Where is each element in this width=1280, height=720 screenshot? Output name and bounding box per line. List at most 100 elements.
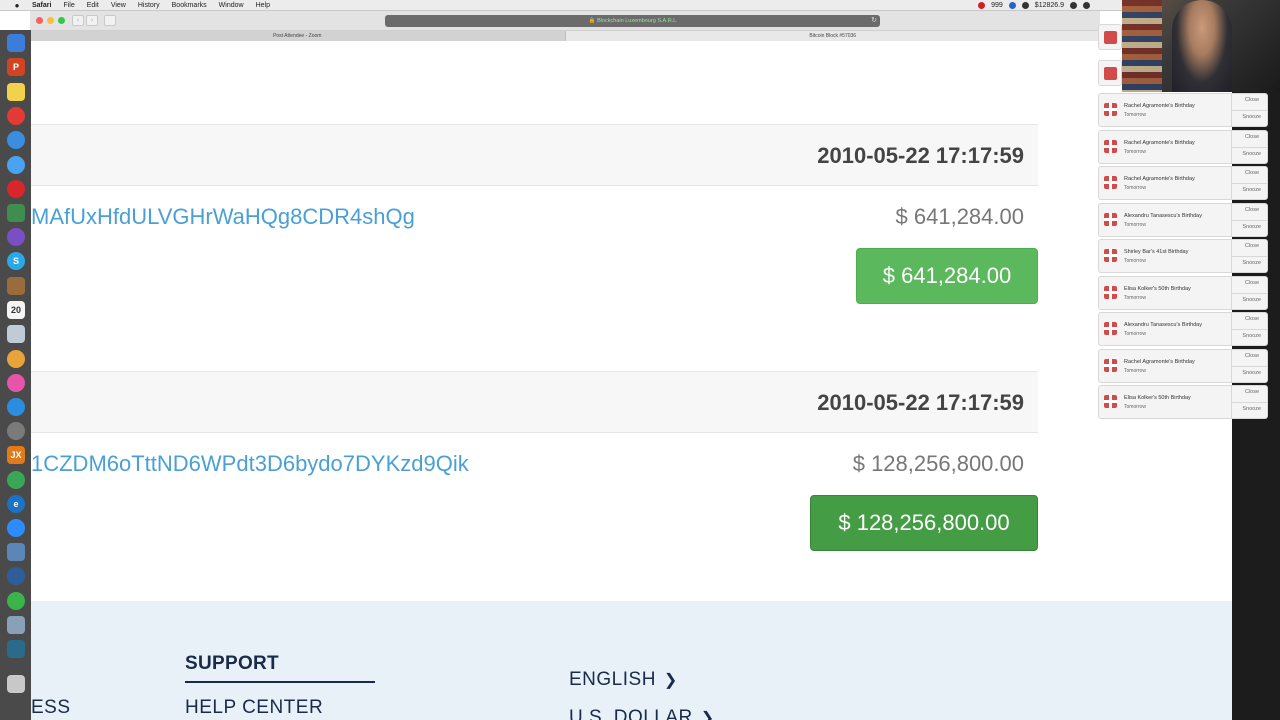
- skype-icon[interactable]: S: [7, 252, 25, 270]
- notification-actions: Close Snooze: [1231, 204, 1268, 236]
- zoom-window-button[interactable]: [58, 17, 65, 24]
- notification-snooze-button[interactable]: Snooze: [1242, 114, 1261, 120]
- back-button[interactable]: ‹: [72, 15, 84, 26]
- sidebar-toggle-button[interactable]: [104, 15, 116, 26]
- tab-bitcoin-block[interactable]: Bitcoin Block #57036: [564, 31, 1100, 41]
- appstore-icon[interactable]: [7, 398, 25, 416]
- notification-subtitle: Tomorrow: [1124, 258, 1146, 264]
- wifi-icon[interactable]: [1083, 2, 1090, 9]
- tx-address-link[interactable]: MAfUxHfdULVGHrWaHQg8CDR4shQg: [31, 204, 415, 230]
- language-select[interactable]: ENGLISH ❯: [569, 669, 678, 691]
- notification-actions: Close Snooze: [1231, 277, 1268, 309]
- calendar-icon[interactable]: 20: [7, 301, 25, 319]
- tab-zoom[interactable]: Post Attendee - Zoom: [30, 31, 565, 41]
- close-window-button[interactable]: [36, 17, 43, 24]
- bitcoin-status-icon[interactable]: [1021, 2, 1029, 9]
- whatsapp-icon[interactable]: [7, 592, 25, 610]
- x-icon[interactable]: [7, 640, 25, 658]
- menu-safari[interactable]: Safari: [32, 2, 51, 9]
- address-bar[interactable]: 🔒 Blockchain Luxembourg S.A.R.L ↻: [385, 15, 880, 27]
- image-capture-icon[interactable]: [7, 616, 25, 634]
- powerpoint-icon[interactable]: P: [7, 58, 25, 76]
- tx-address-link[interactable]: 1CZDM6oTttND6WPdt3D6bydo7DYKzd9Qik: [31, 451, 469, 477]
- finder-icon[interactable]: [7, 34, 25, 52]
- notification-close-button[interactable]: Close: [1245, 134, 1259, 140]
- menu-help[interactable]: Help: [256, 2, 270, 9]
- birthday-notification[interactable]: Alexandru Tanasescu's Birthday Tomorrow Cl…: [1098, 203, 1268, 237]
- footer-link-partial[interactable]: ESS: [31, 697, 71, 719]
- minimize-window-button[interactable]: [47, 17, 54, 24]
- notification-title: Alexandru Tanasescu's Birthday: [1124, 322, 1202, 328]
- currency-select[interactable]: U.S. DOLLAR ❯: [569, 707, 715, 720]
- globe-icon[interactable]: [7, 567, 25, 585]
- footer-help-center-link[interactable]: HELP CENTER: [185, 697, 323, 719]
- notification-snooze-button[interactable]: Snooze: [1242, 151, 1261, 157]
- notes-icon[interactable]: [7, 83, 25, 101]
- opera-icon[interactable]: [7, 180, 25, 198]
- birthday-notification[interactable]: Rachel Agramonte's Birthday Tomorrow Close…: [1098, 349, 1268, 383]
- notification-divider: [1232, 293, 1268, 294]
- safari-icon[interactable]: [7, 131, 25, 149]
- menu-window[interactable]: Window: [219, 2, 244, 9]
- notification-divider: [1232, 402, 1268, 403]
- notification-close-button[interactable]: Close: [1245, 243, 1259, 249]
- tx-total-button[interactable]: $ 641,284.00: [856, 248, 1038, 304]
- notification-snooze-button[interactable]: Snooze: [1242, 406, 1261, 412]
- menu-view[interactable]: View: [111, 2, 126, 9]
- preview-icon[interactable]: [7, 325, 25, 343]
- notification-close-button[interactable]: Close: [1245, 170, 1259, 176]
- birthday-notification[interactable]: Elisa Kolker's 50th Birthday Tomorrow Clos…: [1098, 276, 1268, 310]
- birthday-notification[interactable]: Rachel Agramonte's Birthday Tomorrow Close…: [1098, 166, 1268, 200]
- forward-button[interactable]: ›: [86, 15, 98, 26]
- notification-divider: [1232, 110, 1268, 111]
- jx-icon[interactable]: JX: [7, 446, 25, 464]
- menu-bookmarks[interactable]: Bookmarks: [172, 2, 207, 9]
- notification-snooze-button[interactable]: Snooze: [1242, 370, 1261, 376]
- menu-file[interactable]: File: [63, 2, 74, 9]
- trash-icon[interactable]: [7, 675, 25, 693]
- notification-snooze-button[interactable]: Snooze: [1242, 224, 1261, 230]
- notification-close-button[interactable]: Close: [1245, 207, 1259, 213]
- notification-close-button[interactable]: Close: [1245, 280, 1259, 286]
- bitcoin-price[interactable]: $12826.9: [1035, 2, 1064, 9]
- notification-close-button[interactable]: Close: [1245, 389, 1259, 395]
- tx-total-button[interactable]: $ 128,256,800.00: [810, 495, 1038, 551]
- photos-icon[interactable]: [7, 350, 25, 368]
- notification-stub[interactable]: [1098, 60, 1122, 86]
- status-menu-icon[interactable]: [1070, 2, 1077, 9]
- status-app-icon[interactable]: [978, 2, 986, 9]
- notification-snooze-button[interactable]: Snooze: [1242, 297, 1261, 303]
- notification-snooze-button[interactable]: Snooze: [1242, 187, 1261, 193]
- zoom-icon[interactable]: [7, 519, 25, 537]
- notification-close-button[interactable]: Close: [1245, 353, 1259, 359]
- birthday-notification[interactable]: Rachel Agramonte's Birthday Tomorrow Close…: [1098, 93, 1268, 127]
- notification-stub[interactable]: [1098, 24, 1122, 50]
- bookshelf-image: [1122, 0, 1162, 92]
- notification-actions: Close Snooze: [1231, 386, 1268, 418]
- notification-snooze-button[interactable]: Snooze: [1242, 333, 1261, 339]
- vivaldi-icon[interactable]: [7, 107, 25, 125]
- status-count[interactable]: 999: [991, 2, 1003, 9]
- apple-icon[interactable]: ●: [12, 1, 22, 10]
- notification-close-button[interactable]: Close: [1245, 97, 1259, 103]
- kinemaster-icon[interactable]: [7, 204, 25, 222]
- edge-icon[interactable]: e: [7, 495, 25, 513]
- itunes-icon[interactable]: [7, 374, 25, 392]
- birthday-notification[interactable]: Shirley Bar's 41st Birthday Tomorrow Close…: [1098, 239, 1268, 273]
- skype-status-icon[interactable]: [1008, 2, 1016, 9]
- menu-edit[interactable]: Edit: [87, 2, 99, 9]
- chrome-icon[interactable]: [7, 471, 25, 489]
- webcam-video: [1122, 0, 1280, 92]
- birthday-notification[interactable]: Elisa Kolker's 50th Birthday Tomorrow Clos…: [1098, 385, 1268, 419]
- birthday-notification[interactable]: Rachel Agramonte's Birthday Tomorrow Close…: [1098, 130, 1268, 164]
- preview2-icon[interactable]: [7, 543, 25, 561]
- menu-history[interactable]: History: [138, 2, 160, 9]
- notebook-icon[interactable]: [7, 277, 25, 295]
- system-preferences-icon[interactable]: [7, 422, 25, 440]
- messages-icon[interactable]: [7, 156, 25, 174]
- notification-snooze-button[interactable]: Snooze: [1242, 260, 1261, 266]
- birthday-notification[interactable]: Alexandru Tanasescu's Birthday Tomorrow Cl…: [1098, 312, 1268, 346]
- viber-icon[interactable]: [7, 228, 25, 246]
- notification-close-button[interactable]: Close: [1245, 316, 1259, 322]
- reload-icon[interactable]: ↻: [871, 15, 877, 27]
